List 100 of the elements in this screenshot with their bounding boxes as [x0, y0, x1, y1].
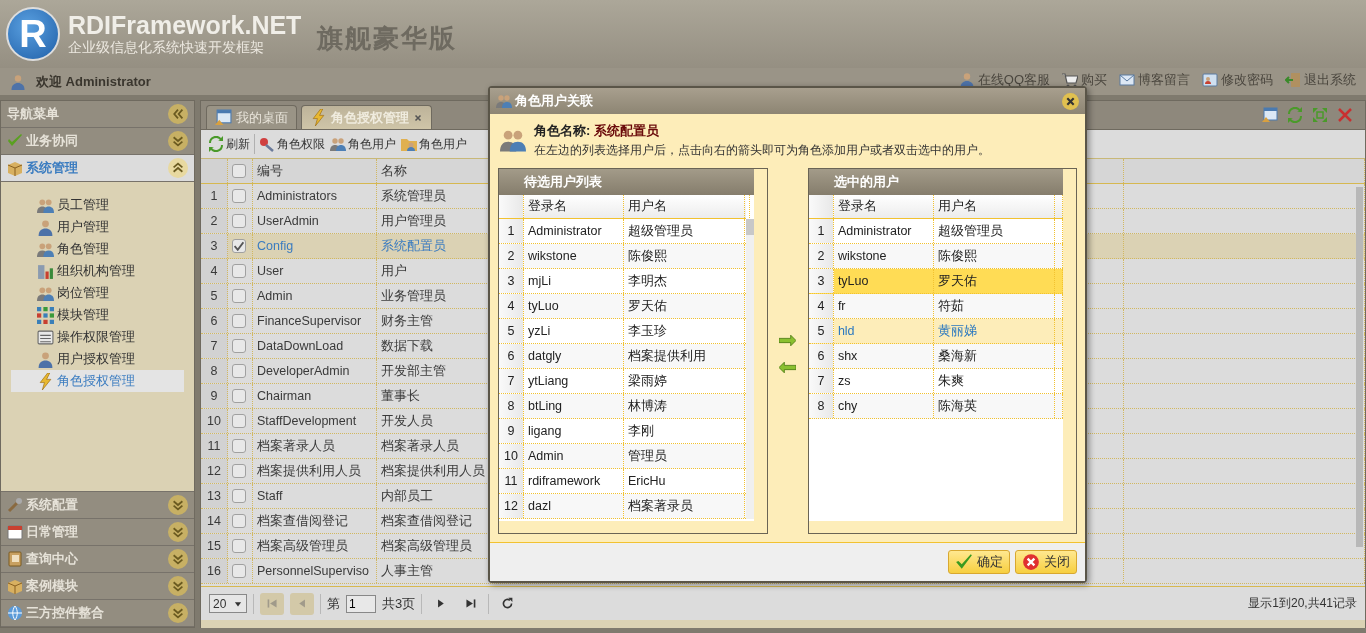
- table-cell: Staff: [257, 489, 283, 503]
- row-number: 2: [201, 209, 228, 233]
- table-cell: Config: [257, 239, 294, 253]
- app-subtitle: 企业级信息化系统快速开发框架: [68, 39, 265, 57]
- table-cell: 林博涛: [628, 397, 667, 415]
- row-number: 6: [201, 309, 228, 333]
- table-cell: 档案著录员: [628, 497, 693, 515]
- table-cell: 用户: [381, 262, 407, 280]
- hint-text: 在左边的列表选择用户后，点击向右的箭头即可为角色添加用户或者双击选中的用户。: [534, 141, 990, 159]
- table-cell: 管理员: [628, 447, 667, 465]
- row-number: 4: [201, 259, 228, 283]
- row-number: 12: [201, 459, 228, 483]
- panel-title: 导航菜单: [7, 105, 59, 123]
- row-number: 3: [499, 269, 524, 293]
- row-number: 9: [201, 384, 228, 408]
- table-cell: 开发人员: [381, 412, 433, 430]
- row-number: 3: [808, 269, 834, 293]
- table-cell: DeveloperAdmin: [257, 364, 350, 378]
- table-cell: 陈俊熙: [937, 247, 977, 265]
- table-cell: StaffDevelopment: [257, 414, 357, 428]
- table-cell: 财务主管: [381, 312, 433, 330]
- table-cell: tyLuo: [528, 299, 559, 313]
- table-cell: User: [257, 264, 284, 278]
- table-cell: 用户管理员: [381, 212, 446, 230]
- table-cell: 内部员工: [381, 487, 433, 505]
- page-label: 第: [327, 594, 340, 613]
- table-cell: 李刚: [628, 422, 654, 440]
- table-cell: 李玉珍: [628, 322, 667, 340]
- table-cell: DataDownLoad: [257, 339, 344, 353]
- row-number: 16: [201, 559, 228, 583]
- row-number: 15: [201, 534, 228, 558]
- table-cell: 系统管理员: [381, 187, 446, 205]
- table-cell: 数据下载: [381, 337, 433, 355]
- app-title: RDIFramework.NET: [68, 11, 302, 39]
- table-cell: Admin: [257, 289, 293, 303]
- role-name: 系统配置员: [594, 121, 660, 140]
- row-number: 14: [201, 509, 228, 533]
- table-cell: 黄丽娣: [937, 322, 977, 340]
- row-number: 7: [201, 334, 228, 358]
- table-cell: rdiframework: [528, 474, 601, 488]
- panel-header: 待选用户列表: [499, 169, 754, 195]
- row-number: 7: [499, 369, 524, 393]
- table-cell: Administrators: [257, 189, 337, 203]
- role-label: 角色名称:: [534, 121, 591, 140]
- table-cell: EricHu: [628, 474, 666, 488]
- table-cell: 档案查借阅登记: [381, 512, 472, 530]
- table-cell: fr: [837, 299, 846, 313]
- logo: R: [6, 7, 60, 61]
- table-cell: 超级管理员: [628, 222, 693, 240]
- table-cell: mjLi: [528, 274, 551, 288]
- table-cell: 符茹: [937, 297, 964, 315]
- table-cell: 系统配置员: [381, 237, 446, 255]
- table-cell: yzLi: [528, 324, 551, 338]
- table-cell: 档案高级管理员: [381, 537, 472, 555]
- table-cell: 陈海英: [937, 397, 977, 415]
- table-cell: 超级管理员: [937, 222, 1003, 240]
- row-number: 1: [201, 184, 228, 208]
- table-cell: 李明杰: [628, 272, 667, 290]
- table-cell: 开发部主管: [381, 362, 446, 380]
- table-cell: Administrator: [528, 224, 602, 238]
- panel-header: 选中的用户: [808, 169, 1063, 195]
- row-number: 9: [499, 419, 524, 443]
- row-number: 13: [201, 484, 228, 508]
- row-number: 5: [201, 284, 228, 308]
- table-cell: hld: [837, 324, 855, 338]
- table-cell: 业务管理员: [381, 287, 446, 305]
- table-cell: 档案查借阅登记: [257, 512, 348, 530]
- table-cell: UserAdmin: [257, 214, 319, 228]
- table-cell: wikstone: [528, 249, 577, 263]
- table-cell: 人事主管: [381, 562, 433, 580]
- table-cell: ligang: [528, 424, 562, 438]
- row-number: 8: [201, 359, 228, 383]
- table-cell: btLing: [528, 399, 563, 413]
- table-cell: PersonnelSuperviso: [257, 564, 369, 578]
- row-number: 1: [808, 219, 834, 243]
- table-cell: Chairman: [257, 389, 312, 403]
- table-cell: Administrator: [837, 224, 912, 238]
- table-cell: 档案著录人员: [381, 437, 459, 455]
- row-number: 3: [201, 234, 228, 258]
- row-number: 5: [499, 319, 524, 343]
- total-pages: 共3页: [382, 594, 416, 613]
- record-summary: 显示1到20,共41记录: [1248, 595, 1357, 612]
- table-cell: 罗天佑: [628, 297, 667, 315]
- dialog-title: 角色用户关联: [515, 92, 593, 110]
- welcome-text: 欢迎 Administrator: [36, 72, 151, 91]
- row-number: 10: [201, 409, 228, 433]
- table-cell: 档案提供利用人员: [381, 462, 485, 480]
- table-cell: 陈俊熙: [628, 247, 667, 265]
- row-number: 1: [499, 219, 524, 243]
- table-cell: 档案著录人员: [257, 437, 335, 455]
- table-cell: 档案提供利用人员: [257, 462, 361, 480]
- table-cell: chy: [837, 399, 858, 413]
- row-number: 11: [499, 469, 524, 493]
- table-cell: wikstone: [837, 249, 887, 263]
- table-cell: 档案高级管理员: [257, 537, 348, 555]
- table-cell: dazl: [528, 499, 551, 513]
- table-cell: FinanceSupervisor: [257, 314, 362, 328]
- row-number: 11: [201, 434, 228, 458]
- table-cell: Admin: [528, 449, 564, 463]
- row-number: 7: [808, 369, 834, 393]
